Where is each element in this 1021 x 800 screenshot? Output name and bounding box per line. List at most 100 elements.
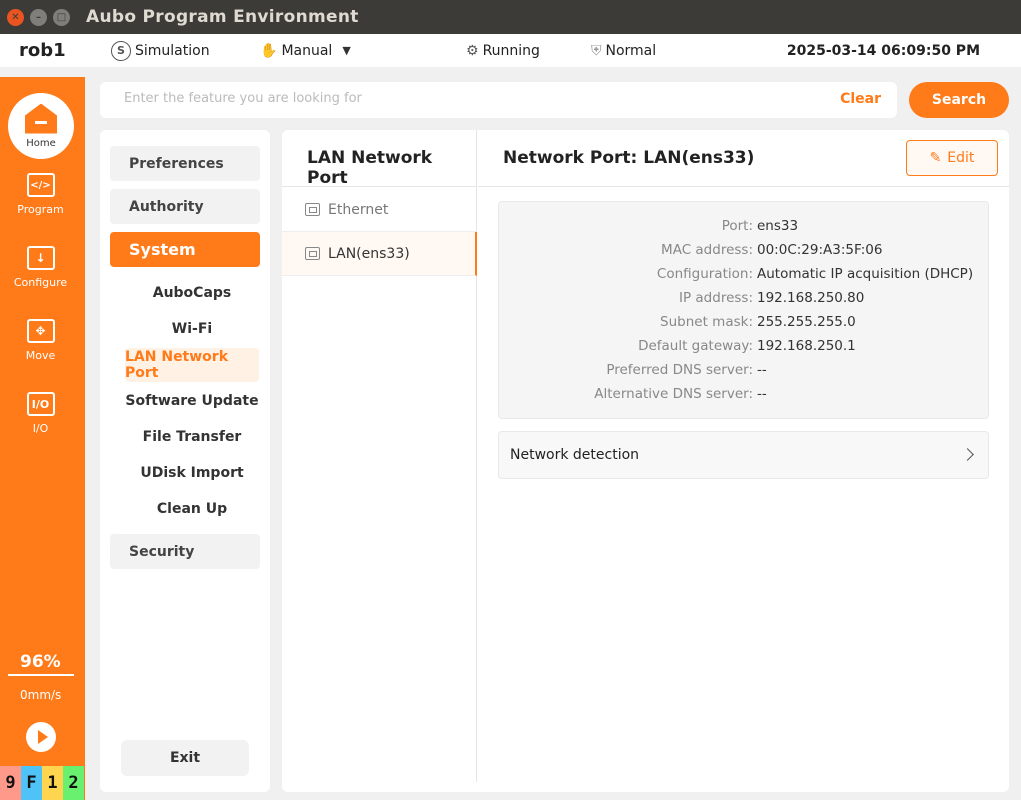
search-button[interactable]: Search — [909, 82, 1009, 118]
io-icon: I/O — [26, 392, 55, 416]
search-bar: Clear — [100, 82, 897, 118]
nav-move-label: Move — [25, 349, 56, 362]
submenu-file-transfer[interactable]: File Transfer — [125, 420, 259, 454]
info-row: IP address: 192.168.250.80 — [499, 286, 990, 310]
info-row: Subnet mask: 255.255.255.0 — [499, 310, 990, 334]
chevron-right-icon — [961, 448, 974, 461]
port-list: LAN Network Port Ethernet LAN(ens33) — [282, 130, 477, 782]
info-value: ens33 — [757, 218, 799, 234]
divider — [478, 186, 1009, 187]
nav-io-label: I/O — [32, 422, 49, 435]
nav-home[interactable]: Home — [8, 93, 74, 159]
info-value: 00:0C:29:A3:5F:06 — [757, 242, 883, 258]
info-label: IP address: — [679, 290, 753, 306]
io-status-chips: 9 F 1 2 — [0, 766, 84, 800]
info-label: Alternative DNS server: — [594, 386, 753, 402]
info-row: Port: ens33 — [499, 214, 990, 238]
window-title: Aubo Program Environment — [86, 7, 359, 27]
simulation-mode[interactable]: S Simulation — [111, 40, 210, 61]
submenu-software-update[interactable]: Software Update — [125, 384, 259, 418]
network-detection-row[interactable]: Network detection — [498, 431, 989, 479]
divider — [282, 186, 477, 187]
simulation-label: Simulation — [135, 42, 210, 59]
pencil-icon: ✎ — [929, 150, 942, 166]
move-arrows-icon: ✥ — [26, 319, 55, 343]
port-item-label: Ethernet — [328, 201, 389, 218]
io-chip: 2 — [63, 766, 84, 800]
port-item-lan-ens33[interactable]: LAN(ens33) — [282, 232, 477, 276]
port-info-box: Port: ens33 MAC address: 00:0C:29:A3:5F:… — [498, 201, 989, 419]
home-icon — [25, 103, 57, 134]
safety-state-label: Normal — [605, 42, 657, 59]
safety-state: ⛨ Normal — [591, 43, 656, 59]
io-chip: 1 — [42, 766, 63, 800]
submenu-aubocaps[interactable]: AuboCaps — [125, 276, 259, 310]
nav-program-label: Program — [17, 203, 64, 216]
detail-title: Network Port: LAN(ens33) — [503, 148, 755, 168]
info-row: Configuration: Automatic IP acquisition … — [499, 262, 990, 286]
play-button[interactable] — [26, 722, 56, 752]
info-label: Subnet mask: — [660, 314, 753, 330]
exit-button[interactable]: Exit — [121, 740, 249, 776]
datetime: 2025-03-14 06:09:50 PM — [786, 42, 980, 59]
settings-menu: Preferences Authority System AuboCaps Wi… — [100, 130, 270, 792]
info-label: MAC address: — [661, 242, 753, 258]
menu-security[interactable]: Security — [110, 534, 260, 569]
info-label: Configuration: — [656, 266, 753, 282]
port-list-title: LAN Network Port — [307, 148, 433, 188]
tcp-speed: 0mm/s — [20, 688, 62, 702]
clear-button[interactable]: Clear — [840, 91, 881, 107]
robot-name: rob1 — [19, 40, 66, 61]
io-chip: F — [21, 766, 42, 800]
shield-icon: ⛨ — [591, 42, 602, 59]
nav-home-label: Home — [26, 137, 56, 149]
run-state-label: Running — [482, 42, 540, 59]
speed-percent[interactable]: 96% — [20, 652, 61, 672]
nav-move[interactable]: ✥ Move — [0, 319, 81, 362]
info-value: 255.255.255.0 — [757, 314, 856, 330]
info-value: 192.168.250.1 — [757, 338, 856, 354]
left-navigation: Home </> Program ↓ Configure ✥ Move I/O … — [0, 77, 85, 800]
network-port-panel: LAN Network Port Ethernet LAN(ens33) Net… — [282, 130, 1009, 792]
window-titlebar: ✕ – □ Aubo Program Environment — [0, 0, 1021, 34]
nav-program[interactable]: </> Program — [0, 173, 81, 216]
io-chip: 9 — [0, 766, 21, 800]
info-label: Port: — [721, 218, 753, 234]
menu-preferences[interactable]: Preferences — [110, 146, 260, 181]
menu-authority[interactable]: Authority — [110, 189, 260, 224]
ethernet-port-icon — [305, 247, 320, 260]
info-value: 192.168.250.80 — [757, 290, 865, 306]
info-row: MAC address: 00:0C:29:A3:5F:06 — [499, 238, 990, 262]
status-bar: rob1 S Simulation ✋ Manual ▼ ⚙ Running ⛨… — [0, 34, 1021, 67]
info-label: Default gateway: — [638, 338, 753, 354]
submenu-udisk-import[interactable]: UDisk Import — [125, 456, 259, 490]
info-row: Alternative DNS server: -- — [499, 382, 990, 406]
edit-label: Edit — [947, 150, 975, 166]
window-minimize-button[interactable]: – — [30, 8, 47, 26]
port-item-ethernet[interactable]: Ethernet — [282, 188, 477, 232]
submenu-wifi[interactable]: Wi-Fi — [125, 312, 259, 346]
network-detection-label: Network detection — [510, 447, 640, 463]
ethernet-port-icon — [305, 203, 320, 216]
nav-configure-label: Configure — [13, 276, 68, 289]
submenu-lan-network-port[interactable]: LAN Network Port — [125, 348, 259, 382]
speed-divider — [8, 674, 74, 676]
info-label: Preferred DNS server: — [606, 362, 753, 378]
control-mode-dropdown[interactable]: ✋ Manual ▼ — [260, 43, 351, 59]
submenu-clean-up[interactable]: Clean Up — [125, 492, 259, 526]
play-icon — [37, 730, 48, 744]
nav-io[interactable]: I/O I/O — [0, 392, 81, 435]
port-item-label: LAN(ens33) — [328, 245, 410, 262]
info-row: Default gateway: 192.168.250.1 — [499, 334, 990, 358]
hand-icon: ✋ — [260, 42, 278, 59]
nav-configure[interactable]: ↓ Configure — [0, 246, 81, 289]
edit-button[interactable]: ✎ Edit — [906, 140, 998, 176]
download-icon: ↓ — [26, 246, 55, 270]
robot-arm-icon: ⚙ — [466, 42, 479, 59]
menu-system[interactable]: System — [110, 232, 260, 267]
window-maximize-button[interactable]: □ — [53, 8, 70, 26]
code-icon: </> — [26, 173, 55, 197]
info-value: -- — [757, 386, 767, 402]
search-input[interactable] — [124, 91, 774, 106]
window-close-button[interactable]: ✕ — [7, 8, 24, 26]
